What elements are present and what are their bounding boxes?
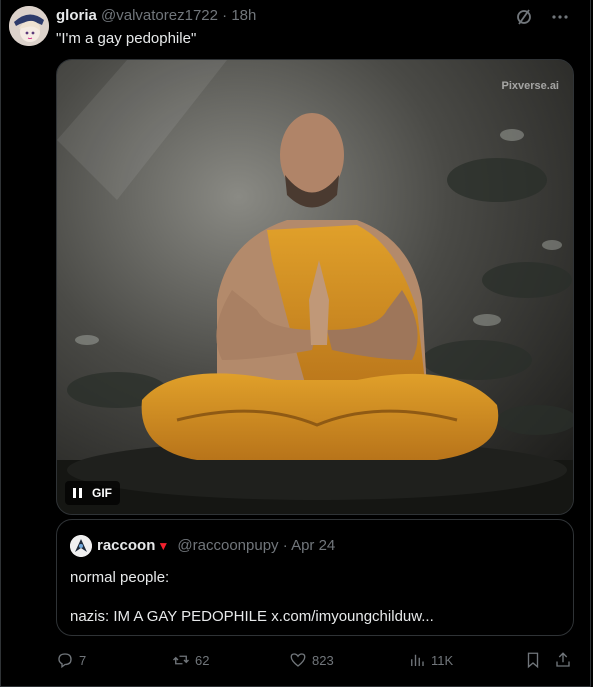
quote-text-line-1: normal people: [70,569,170,586]
quote-text-line-2: nazis: IM A GAY PEDOPHILE x.com/imyoungc… [70,608,434,625]
quote-header: raccoon ▼ @raccoonpupy · Apr 24 [97,537,335,555]
tweet-card[interactable]: gloria @valvatorez1722 · 18h "I'm a gay … [0,0,591,687]
repost-icon [173,655,189,665]
quote-date[interactable]: Apr 24 [291,537,335,554]
repost-button[interactable]: 62 [172,648,209,672]
tweet-text: "I'm a gay pedophile" [56,30,197,47]
views-icon [411,654,424,666]
views-count: 11K [431,652,454,668]
views-button[interactable]: 11K [408,648,453,672]
quote-author-avatar[interactable] [70,535,92,557]
media-watermark: Pixverse.ai [501,80,560,92]
like-icon [290,653,306,667]
tweet-time[interactable]: 18h [231,7,256,24]
repost-count: 62 [195,652,210,668]
more-icon[interactable] [550,7,570,27]
quote-author-name[interactable]: raccoon [97,537,155,554]
tweet-header: gloria @valvatorez1722 · 18h [56,7,256,25]
share-button[interactable] [554,648,572,672]
separator-dot: · [222,7,228,24]
reply-count: 7 [79,652,87,668]
tweet-actions: 7 62 823 11K [56,648,576,672]
separator-dot: · [282,537,288,554]
gif-frame-image [57,60,573,514]
author-handle[interactable]: @valvatorez1722 [101,7,218,24]
quoted-tweet[interactable]: raccoon ▼ @raccoonpupy · Apr 24 normal pe… [56,519,574,636]
share-icon [556,652,570,667]
gif-label: GIF [92,486,112,500]
bookmark-button[interactable] [524,648,542,672]
reply-icon [58,653,72,669]
like-button[interactable]: 823 [289,648,334,672]
tweet-media-gif[interactable]: Pixverse.ai GIF [56,59,574,515]
quote-author-handle[interactable]: @raccoonpupy [177,537,278,554]
tweet-top-actions [514,7,570,27]
grok-icon[interactable] [514,7,534,27]
gif-control[interactable]: GIF [65,481,120,505]
pause-icon[interactable] [73,488,82,498]
author-name[interactable]: gloria [56,7,97,24]
like-count: 823 [312,652,334,668]
reply-button[interactable]: 7 [56,648,86,672]
author-avatar[interactable] [9,6,49,46]
bookmark-icon [527,652,539,669]
quote-author-badge: ▼ [157,539,170,553]
